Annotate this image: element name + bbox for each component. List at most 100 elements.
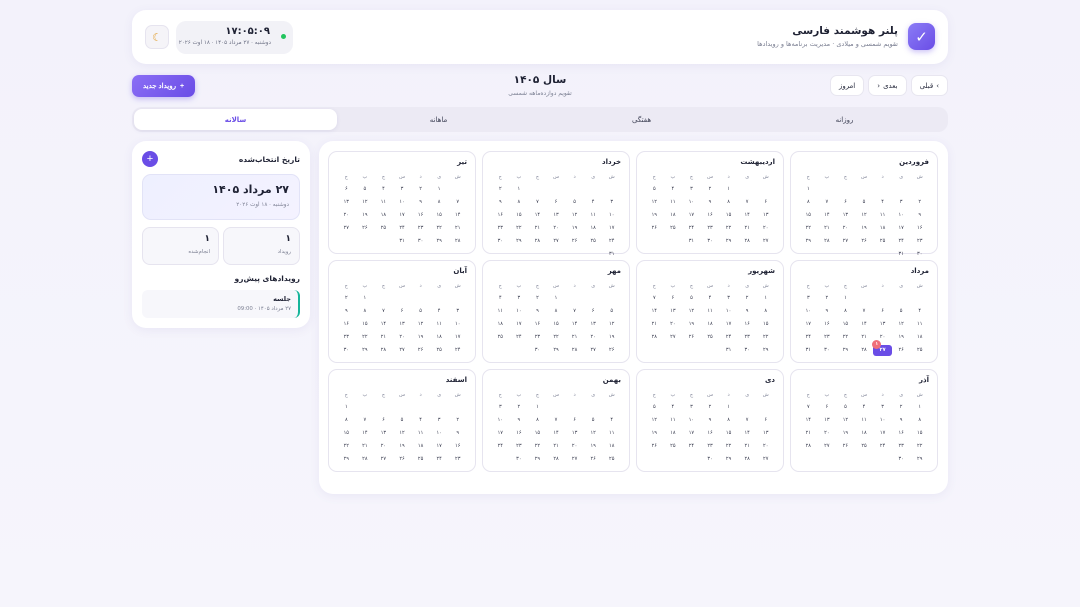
day-cell[interactable]: ۱	[356, 293, 375, 304]
today-button[interactable]: امروز	[829, 75, 865, 96]
day-cell[interactable]: ۱۷	[491, 428, 510, 439]
day-cell[interactable]: ۹	[528, 306, 547, 317]
day-cell[interactable]: ۲۵	[430, 345, 449, 356]
day-cell[interactable]: ۲۵	[411, 454, 430, 465]
day-cell[interactable]: ۴	[664, 402, 683, 413]
day-cell[interactable]: ۳۱	[719, 345, 738, 356]
day-cell[interactable]: ۲۵	[584, 236, 603, 247]
day-cell[interactable]: ۱	[510, 184, 529, 195]
day-cell[interactable]: ۱۰	[719, 306, 738, 317]
day-cell[interactable]: ۲۹	[356, 345, 375, 356]
day-cell[interactable]: ۳	[873, 402, 892, 413]
day-cell[interactable]: ۱۷	[799, 319, 818, 330]
day-cell[interactable]: ۱۴	[738, 210, 757, 221]
day-cell-today[interactable]: ۲۷ ۱	[872, 340, 892, 356]
day-cell[interactable]: ۱۶	[411, 210, 430, 221]
day-cell[interactable]: ۱۱	[910, 319, 929, 330]
day-cell[interactable]: ۲۷	[818, 441, 837, 452]
day-cell[interactable]: ۱	[719, 402, 738, 413]
day-cell[interactable]: ۲۷	[393, 345, 412, 356]
event-item[interactable]: جلسه ۲۷ مرداد ۱۴۰۵ · 09:00	[142, 290, 300, 318]
day-cell[interactable]: ۲	[448, 415, 467, 426]
day-cell[interactable]: ۱۹	[356, 210, 375, 221]
day-cell[interactable]: ۴	[584, 197, 603, 208]
day-cell[interactable]: ۵	[393, 415, 412, 426]
day-cell[interactable]: ۱۷	[892, 223, 911, 234]
day-cell[interactable]: ۵	[645, 402, 664, 413]
day-cell[interactable]: ۲۱	[547, 441, 566, 452]
day-cell[interactable]: ۲۶	[855, 236, 874, 247]
day-cell[interactable]: ۲۹	[528, 454, 547, 465]
day-cell[interactable]: ۳	[393, 184, 412, 195]
day-cell[interactable]: ۶	[756, 197, 775, 208]
day-cell[interactable]: ۳۱	[892, 249, 911, 260]
day-cell[interactable]: ۱۰	[448, 319, 467, 330]
day-cell[interactable]: ۲۳	[701, 441, 720, 452]
day-cell[interactable]: ۱۵	[528, 428, 547, 439]
day-cell[interactable]: ۱۶	[528, 319, 547, 330]
day-cell[interactable]: ۲۲	[799, 223, 818, 234]
day-cell[interactable]: ۷	[738, 197, 757, 208]
day-cell[interactable]: ۶	[565, 415, 584, 426]
day-cell[interactable]: ۲۷	[547, 236, 566, 247]
day-cell[interactable]: ۸	[719, 415, 738, 426]
day-cell[interactable]: ۱۹	[584, 441, 603, 452]
day-cell[interactable]: ۱۴	[799, 415, 818, 426]
day-cell[interactable]: ۸	[910, 415, 929, 426]
tab-yearly[interactable]: سالانه	[134, 109, 337, 130]
day-cell[interactable]: ۳	[510, 293, 529, 304]
add-event-button[interactable]: +	[142, 151, 158, 167]
day-cell[interactable]: ۷	[356, 415, 375, 426]
day-cell[interactable]: ۵	[892, 306, 911, 317]
day-cell[interactable]: ۱۶	[818, 319, 837, 330]
day-cell[interactable]: ۵	[836, 402, 855, 413]
day-cell[interactable]: ۴	[602, 415, 621, 426]
day-cell[interactable]: ۲۰	[337, 210, 356, 221]
day-cell[interactable]: ۲۸	[738, 236, 757, 247]
day-cell[interactable]: ۱۸	[602, 441, 621, 452]
day-cell[interactable]: ۹	[701, 197, 720, 208]
day-cell[interactable]: ۲۳	[337, 332, 356, 343]
day-cell[interactable]: ۴	[910, 306, 929, 317]
day-cell[interactable]: ۴	[664, 184, 683, 195]
day-cell[interactable]: ۱۶	[510, 428, 529, 439]
day-cell[interactable]: ۷	[855, 306, 874, 317]
day-cell[interactable]: ۲۲	[719, 441, 738, 452]
day-cell[interactable]: ۲۸	[448, 236, 467, 247]
day-cell[interactable]: ۱۳	[584, 319, 603, 330]
day-cell[interactable]: ۱۰	[602, 210, 621, 221]
day-cell[interactable]: ۱۳	[756, 428, 775, 439]
day-cell[interactable]: ۲۴	[602, 236, 621, 247]
day-cell[interactable]: ۳۰	[892, 454, 911, 465]
day-cell[interactable]: ۸	[510, 197, 529, 208]
day-cell[interactable]: ۵	[645, 184, 664, 195]
day-cell[interactable]: ۱۸	[411, 441, 430, 452]
day-cell[interactable]: ۱۸	[374, 210, 393, 221]
day-cell[interactable]: ۳۰	[701, 454, 720, 465]
day-cell[interactable]: ۳۰	[528, 345, 547, 356]
day-cell[interactable]: ۲۵	[664, 441, 683, 452]
day-cell[interactable]: ۵	[411, 306, 430, 317]
day-cell[interactable]: ۲۱	[855, 332, 874, 343]
day-cell[interactable]: ۱۱	[873, 210, 892, 221]
day-cell[interactable]: ۱۰	[393, 197, 412, 208]
day-cell[interactable]: ۱۱	[664, 415, 683, 426]
day-cell[interactable]: ۱۱	[701, 306, 720, 317]
day-cell[interactable]: ۱۷	[430, 441, 449, 452]
day-cell[interactable]: ۷	[799, 402, 818, 413]
day-cell[interactable]: ۱۳	[393, 319, 412, 330]
day-cell[interactable]: ۱۹	[836, 428, 855, 439]
day-cell[interactable]: ۲۶	[682, 332, 701, 343]
day-cell[interactable]: ۷	[547, 415, 566, 426]
day-cell[interactable]: ۱۵	[356, 319, 375, 330]
day-cell[interactable]: ۲۶	[645, 223, 664, 234]
day-cell[interactable]: ۱۰	[892, 210, 911, 221]
day-cell[interactable]: ۱	[528, 402, 547, 413]
day-cell[interactable]: ۱۵	[756, 319, 775, 330]
day-cell[interactable]: ۱۱	[430, 319, 449, 330]
day-cell[interactable]: ۱۱	[491, 306, 510, 317]
day-cell[interactable]: ۱۲	[356, 197, 375, 208]
day-cell[interactable]: ۲	[510, 402, 529, 413]
day-cell[interactable]: ۱۹	[892, 332, 911, 343]
day-cell[interactable]: ۱۳	[836, 210, 855, 221]
